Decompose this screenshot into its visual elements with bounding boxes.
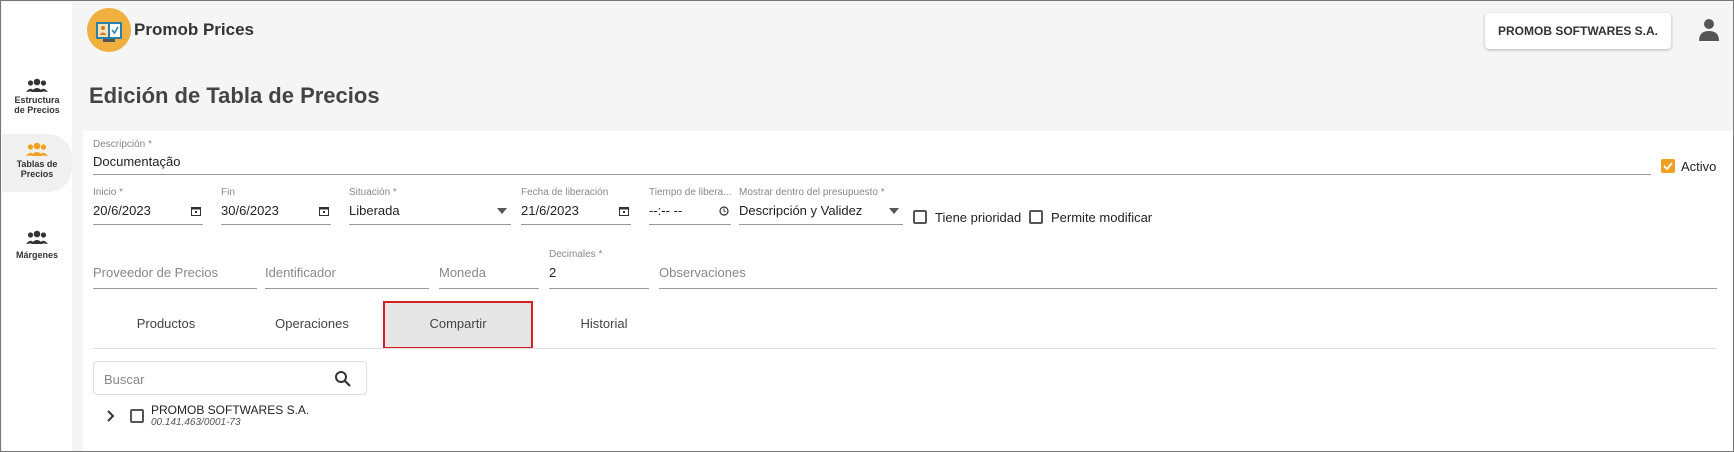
proveedor-placeholder: Proveedor de Precios — [93, 265, 219, 280]
fin-field[interactable]: Fin 30/6/2023 — [221, 187, 331, 225]
fecha-liberacion-field[interactable]: Fecha de liberación 21/6/2023 — [521, 187, 631, 225]
tab-historial[interactable]: Historial — [531, 301, 677, 347]
tab-operaciones[interactable]: Operaciones — [239, 301, 385, 347]
group-icon — [26, 230, 48, 244]
sidebar-item-label: Tablas de Precios — [16, 159, 58, 179]
tiene-prioridad-checkbox[interactable] — [913, 210, 927, 224]
identificador-field[interactable]: Identificador — [265, 249, 429, 289]
search-placeholder: Buscar — [104, 372, 145, 387]
field-underline — [93, 288, 257, 289]
inicio-field[interactable]: Inicio * 20/6/2023 — [93, 187, 203, 225]
permite-modificar-checkbox[interactable] — [1029, 210, 1043, 224]
checkmark-icon — [1663, 162, 1673, 171]
clock-icon[interactable] — [719, 206, 729, 216]
user-account-icon[interactable] — [1697, 17, 1721, 41]
field-underline — [659, 288, 1717, 289]
group-icon — [26, 78, 48, 92]
fin-label: Fin — [221, 187, 235, 198]
fin-value: 30/6/2023 — [221, 203, 279, 218]
permite-modificar-label: Permite modificar — [1051, 210, 1153, 225]
sidebar-item-label: Estructura de Precios — [14, 95, 60, 115]
field-underline — [265, 288, 429, 289]
company-button[interactable]: PROMOB SOFTWARES S.A. — [1485, 13, 1671, 49]
sidebar-item-margenes[interactable]: Márgenes — [2, 230, 72, 270]
group-icon — [26, 142, 48, 156]
field-underline — [549, 288, 649, 289]
fecha-liberacion-value: 21/6/2023 — [521, 203, 579, 218]
field-underline — [93, 174, 1651, 175]
inicio-value: 20/6/2023 — [93, 203, 151, 218]
tabs-divider — [93, 348, 1716, 349]
tree-item-checkbox[interactable] — [130, 409, 144, 423]
identificador-placeholder: Identificador — [265, 265, 336, 280]
tree-item-id: 00.141.463/0001-73 — [151, 417, 241, 428]
moneda-field[interactable]: Moneda — [439, 249, 539, 289]
field-underline — [521, 224, 631, 225]
mostrar-label: Mostrar dentro del presupuesto * — [739, 187, 885, 198]
sidebar-item-label: Márgenes — [15, 250, 59, 260]
moneda-placeholder: Moneda — [439, 265, 486, 280]
fecha-liberacion-label: Fecha de liberación — [521, 187, 609, 198]
calendar-icon[interactable] — [319, 206, 329, 216]
field-underline — [221, 224, 331, 225]
situacion-value: Liberada — [349, 203, 400, 218]
tab-highlight-box — [383, 301, 533, 349]
tiempo-liberacion-value: --:-- -- — [649, 203, 683, 218]
activo-checkbox[interactable] — [1661, 159, 1675, 173]
chevron-right-icon[interactable] — [107, 410, 115, 422]
calendar-icon[interactable] — [191, 206, 201, 216]
decimales-label: Decimales * — [549, 249, 603, 260]
mostrar-select[interactable]: Mostrar dentro del presupuesto * Descrip… — [739, 187, 903, 225]
field-underline — [439, 288, 539, 289]
dropdown-arrow-icon — [497, 208, 507, 214]
decimales-field[interactable]: Decimales * 2 — [549, 249, 649, 289]
observaciones-placeholder: Observaciones — [659, 265, 746, 280]
activo-label: Activo — [1681, 159, 1717, 174]
form-card: Descripción * Documentação Activo Inicio… — [83, 131, 1733, 451]
tree-item-name: PROMOB SOFTWARES S.A. — [151, 403, 310, 417]
field-underline — [739, 224, 903, 225]
decimales-value: 2 — [549, 265, 557, 280]
field-underline — [349, 224, 511, 225]
field-underline — [93, 224, 203, 225]
descripcion-label: Descripción * — [93, 139, 152, 150]
tiene-prioridad-label: Tiene prioridad — [935, 210, 1022, 225]
search-input[interactable]: Buscar — [93, 361, 367, 395]
sidebar-item-tablas[interactable]: Tablas de Precios — [2, 134, 72, 192]
sidebar: Estructura de Precios Tablas de Precios … — [2, 2, 72, 451]
situacion-select[interactable]: Situación * Liberada — [349, 187, 511, 225]
calendar-icon[interactable] — [619, 206, 629, 216]
app-frame: Estructura de Precios Tablas de Precios … — [0, 0, 1734, 452]
mostrar-value: Descripción y Validez — [739, 203, 863, 218]
situacion-label: Situación * — [349, 187, 397, 198]
tab-productos[interactable]: Productos — [93, 301, 239, 347]
page-title: Edición de Tabla de Precios — [89, 83, 380, 108]
search-icon[interactable] — [334, 370, 352, 388]
sidebar-item-estructura[interactable]: Estructura de Precios — [2, 78, 72, 124]
proveedor-field[interactable]: Proveedor de Precios — [93, 249, 257, 289]
observaciones-field[interactable]: Observaciones — [659, 249, 1717, 289]
field-underline — [649, 224, 731, 225]
dropdown-arrow-icon — [889, 208, 899, 214]
app-title: Promob Prices — [134, 20, 254, 39]
descripcion-field[interactable]: Descripción * Documentação — [93, 139, 1651, 175]
tiempo-liberacion-label: Tiempo de libera... — [649, 187, 732, 198]
price-board-icon — [96, 22, 122, 42]
descripcion-value: Documentação — [93, 154, 181, 169]
app-logo — [87, 8, 131, 52]
tiempo-liberacion-field[interactable]: Tiempo de libera... --:-- -- — [649, 187, 731, 225]
inicio-label: Inicio * — [93, 187, 124, 198]
